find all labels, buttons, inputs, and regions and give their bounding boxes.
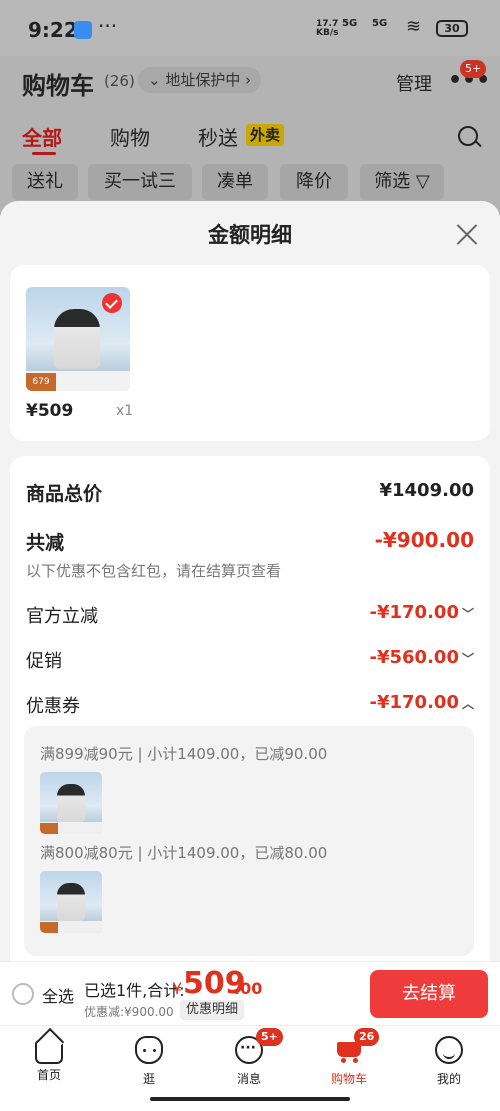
total-label: 商品总价	[26, 483, 103, 505]
chevron-up-icon: ︿	[461, 697, 474, 711]
select-all-radio[interactable]	[12, 983, 34, 1005]
coupon-row[interactable]: -¥170.00 ︿	[370, 692, 474, 713]
coupon-detail-box: 满899减90元 | 小计1409.00，已减90.00 满800减80元 | …	[24, 726, 474, 956]
select-all-label[interactable]: 全选	[42, 983, 74, 1007]
status-time: 9:22	[28, 18, 78, 42]
currency-symbol: ¥	[172, 979, 183, 998]
nav-profile[interactable]: 我的	[414, 1032, 484, 1092]
promo-label: 促销	[26, 651, 62, 672]
net-speed: 17.7 KB/s	[316, 19, 339, 38]
reduce-note: 以下优惠不包含红包，请在结算页查看	[26, 562, 282, 580]
coupon-product-thumb	[40, 772, 102, 834]
reduce-value: -¥900.00	[374, 528, 474, 552]
sheet-title: 金额明细	[208, 223, 292, 247]
signal-2-icon: 5G	[372, 18, 388, 29]
chip-buy-one-try-three[interactable]: 买一试三	[88, 164, 192, 200]
reduce-label: 共减	[26, 532, 65, 554]
home-indicator	[150, 1097, 350, 1101]
official-discount-label: 官方立减	[26, 606, 98, 627]
nav-label: 购物车	[330, 1072, 367, 1086]
search-icon[interactable]	[458, 126, 478, 146]
home-icon	[35, 1040, 63, 1064]
address-protect-button[interactable]: ⌄ 地址保护中 ›	[138, 67, 262, 93]
messages-badge: 5+	[256, 1028, 283, 1046]
checkout-bar: 全选 已选1件,合计: ¥ 509 .00 优惠减:¥900.00 优惠明细 去…	[0, 961, 500, 1025]
promo-row[interactable]: -¥560.00 ﹀	[370, 647, 474, 668]
tab-shopping[interactable]: 购物	[110, 122, 150, 151]
checkout-button[interactable]: 去结算	[370, 970, 488, 1018]
nav-browse[interactable]: 逛	[114, 1032, 184, 1092]
image-price-tag: 679	[26, 373, 56, 391]
nav-label: 逛	[142, 1072, 155, 1086]
takeout-tag: 外卖	[246, 124, 285, 146]
chip-bundle[interactable]: 凑单	[202, 164, 268, 200]
face-icon	[135, 1036, 163, 1064]
manage-button[interactable]: 管理	[396, 70, 432, 96]
profile-icon	[435, 1036, 463, 1064]
product-image[interactable]: 679	[26, 287, 130, 391]
tab-underline	[32, 152, 56, 155]
nav-label: 消息	[236, 1072, 261, 1086]
product-price: ¥509	[26, 401, 74, 421]
discount-detail-button[interactable]: 优惠明细	[180, 1000, 245, 1020]
chip-filter[interactable]: 筛选 ▽	[360, 164, 444, 200]
coupon-product-thumb	[40, 871, 102, 933]
status-more: ···	[98, 14, 118, 38]
coupon-line: 满899减90元 | 小计1409.00，已减90.00	[40, 745, 328, 763]
signal-1-icon: 5G	[342, 18, 358, 29]
chevron-down-icon: ﹀	[461, 652, 474, 666]
status-bar: 9:22 ··· 17.7 KB/s 5G 5G ≋ 30	[0, 0, 500, 56]
saved-amount: 优惠减:¥900.00	[84, 1005, 174, 1019]
cart-header: 购物车 (26) ⌄ 地址保护中 › 管理 ••• 5+ 全部 购物 秒送 外卖…	[0, 56, 500, 216]
product-qty: x1	[116, 403, 134, 419]
nav-cart[interactable]: 26 购物车	[314, 1028, 384, 1092]
cart-count: (26)	[104, 72, 135, 90]
more-badge: 5+	[460, 60, 487, 78]
page-title: 购物车	[22, 72, 94, 100]
filter-chips: 送礼 买一试三 凑单 降价 筛选 ▽	[0, 164, 500, 202]
selected-check-icon	[102, 293, 122, 313]
cart-badge: 26	[354, 1028, 380, 1046]
app-notification-icon	[74, 21, 92, 39]
selected-info: 已选1件,合计:	[84, 981, 185, 1000]
tab-all[interactable]: 全部	[22, 122, 62, 151]
nav-messages[interactable]: 5+ 消息	[214, 1028, 284, 1092]
total-decimal: .00	[234, 979, 263, 998]
nav-home[interactable]: 首页	[14, 1032, 84, 1092]
price-breakdown: 商品总价 ¥1409.00 共减 -¥900.00 以下优惠不包含红包，请在结算…	[10, 456, 490, 961]
coupon-line: 满800减80元 | 小计1409.00，已减80.00	[40, 844, 328, 862]
wifi-icon: ≋	[406, 16, 422, 37]
product-card: 679 ¥509 x1	[10, 265, 490, 441]
chevron-down-icon: ﹀	[461, 607, 474, 621]
chip-price-drop[interactable]: 降价	[280, 164, 348, 200]
total-value: ¥1409.00	[379, 480, 474, 501]
nav-label: 首页	[36, 1068, 61, 1082]
nav-label: 我的	[436, 1072, 461, 1086]
chip-gift[interactable]: 送礼	[12, 164, 78, 200]
coupon-label: 优惠券	[26, 696, 80, 717]
battery-icon: 30	[436, 20, 468, 37]
close-icon[interactable]	[456, 223, 478, 245]
amount-detail-sheet: 金额明细 679 ¥509 x1 商品总价 ¥1409.00 共减 -¥900.…	[0, 201, 500, 961]
official-discount-row[interactable]: -¥170.00 ﹀	[370, 602, 474, 623]
tab-flash-delivery[interactable]: 秒送	[198, 122, 238, 151]
